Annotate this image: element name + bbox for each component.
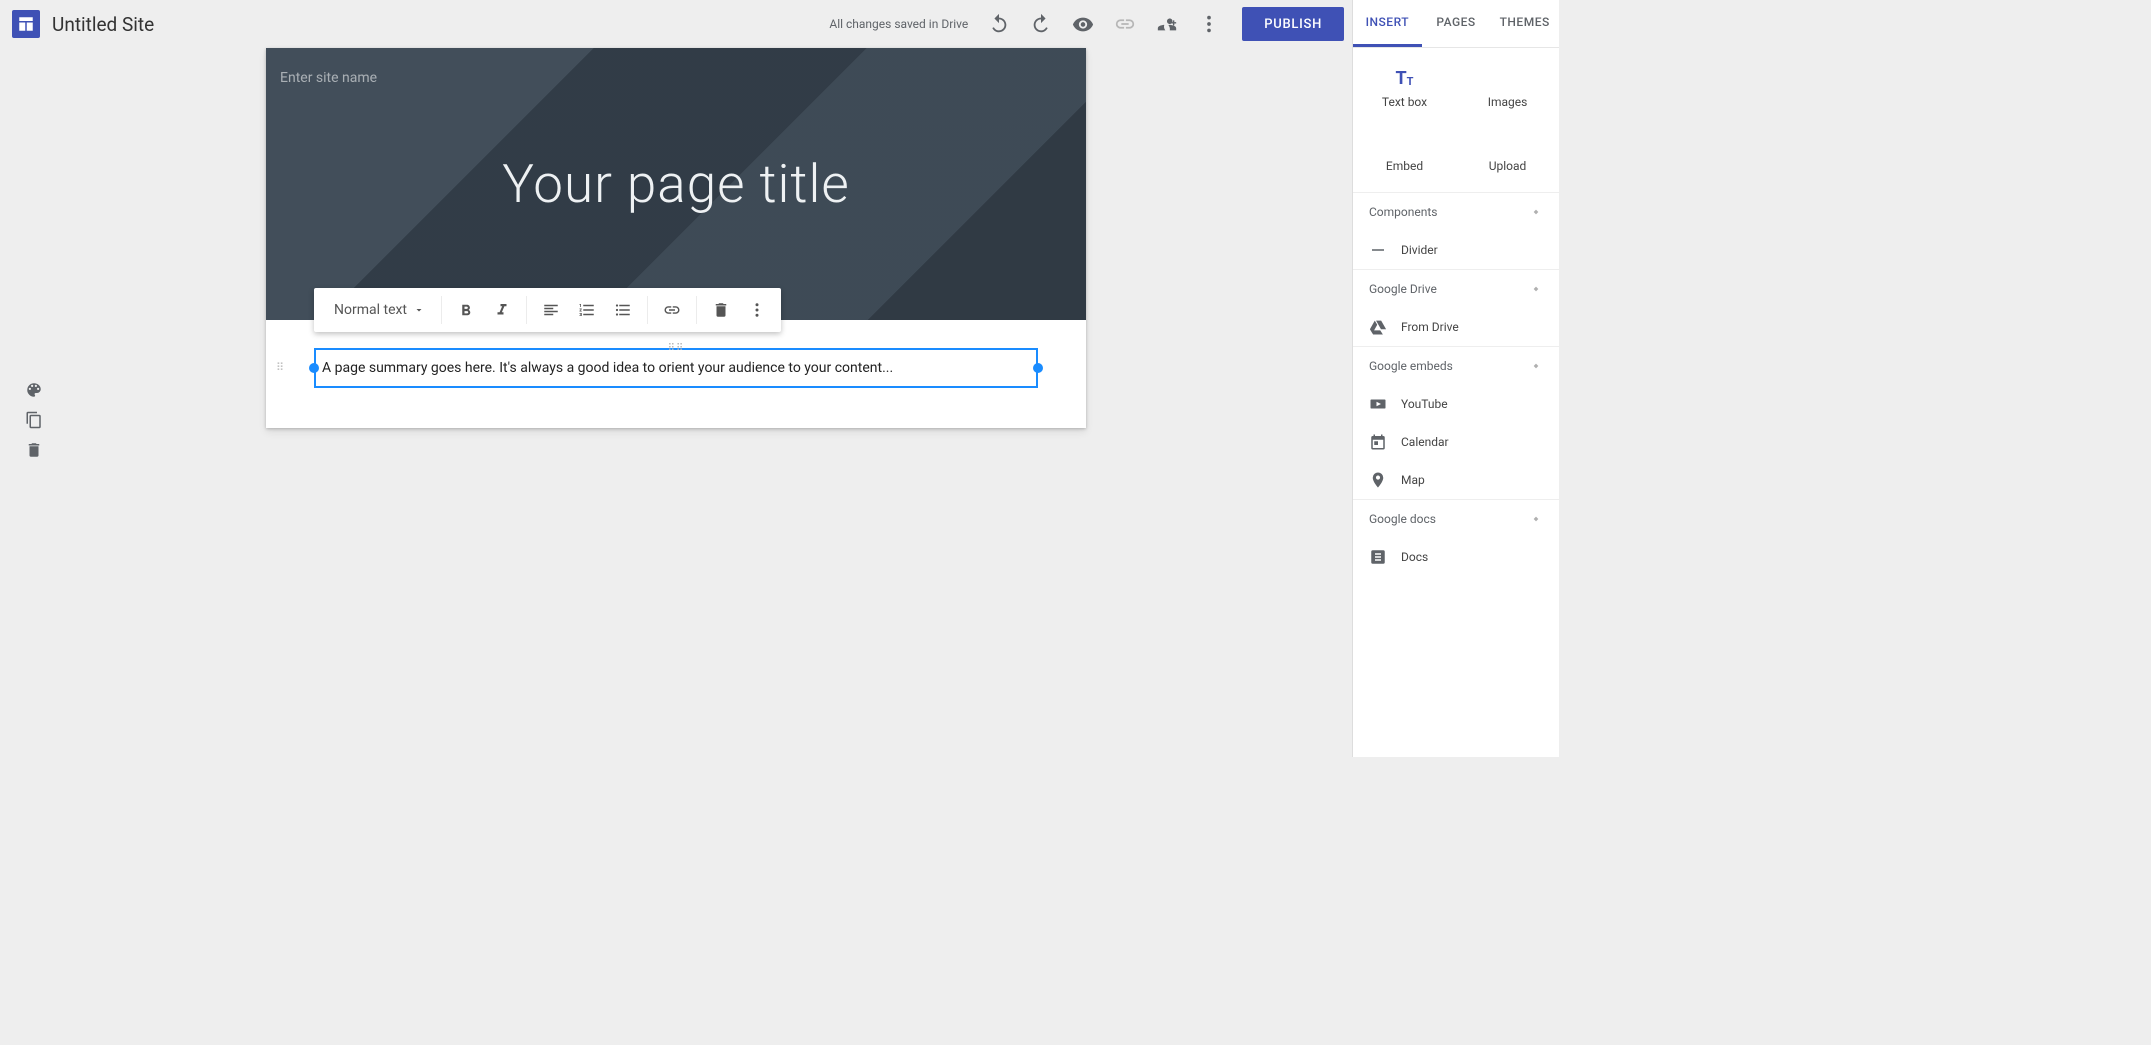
calendar-icon: [1369, 433, 1387, 451]
insert-link-button[interactable]: [654, 292, 690, 328]
right-panel: INSERT PAGES THEMES TT Text box Images E…: [1352, 0, 1559, 757]
text-style-dropdown[interactable]: Normal text: [320, 302, 435, 318]
drag-grip-icon[interactable]: ⠿⠿: [668, 343, 685, 354]
preview-button[interactable]: [1062, 3, 1104, 45]
insert-images-label: Images: [1488, 95, 1528, 109]
publish-button[interactable]: PUBLISH: [1242, 7, 1344, 41]
text-box-content[interactable]: A page summary goes here. It's always a …: [314, 348, 1038, 388]
collapse-icon: [1529, 359, 1543, 373]
row-drag-grip-icon[interactable]: ⠿: [276, 364, 284, 372]
page-canvas[interactable]: Enter site name Your page title Normal t…: [266, 48, 1086, 428]
row-divider-label: Divider: [1401, 243, 1438, 257]
youtube-icon: [1369, 395, 1387, 413]
undo-button[interactable]: [978, 3, 1020, 45]
row-from-drive[interactable]: From Drive: [1353, 308, 1559, 346]
insert-grid: TT Text box Images Embed Upload: [1353, 48, 1559, 192]
insert-embed-button[interactable]: Embed: [1353, 120, 1456, 184]
section-palette-button[interactable]: [20, 376, 48, 404]
row-from-drive-label: From Drive: [1401, 320, 1459, 334]
insert-images-button[interactable]: Images: [1456, 56, 1559, 120]
bulleted-list-button[interactable]: [605, 292, 641, 328]
tab-themes[interactable]: THEMES: [1490, 0, 1559, 47]
collapse-icon: [1529, 205, 1543, 219]
editor-main: Untitled Site All changes saved in Drive…: [0, 0, 1352, 757]
divider-icon: [1369, 241, 1387, 259]
section-side-toolbar: [20, 376, 48, 464]
row-youtube-label: YouTube: [1401, 397, 1448, 411]
section-google-docs-label: Google docs: [1369, 512, 1436, 526]
delete-textbox-button[interactable]: [703, 292, 739, 328]
canvas-area: Enter site name Your page title Normal t…: [0, 48, 1352, 757]
numbered-list-button[interactable]: [569, 292, 605, 328]
insert-embed-label: Embed: [1386, 159, 1423, 173]
section-google-drive[interactable]: Google Drive: [1353, 269, 1559, 308]
section-components[interactable]: Components: [1353, 192, 1559, 231]
app-logo-icon: [12, 10, 40, 38]
link-button[interactable]: [1104, 3, 1146, 45]
row-map[interactable]: Map: [1353, 461, 1559, 499]
resize-handle-right[interactable]: [1033, 363, 1043, 373]
section-google-embeds[interactable]: Google embeds: [1353, 346, 1559, 385]
insert-textbox-button[interactable]: TT Text box: [1353, 56, 1456, 120]
section-components-label: Components: [1369, 205, 1438, 219]
insert-upload-button[interactable]: Upload: [1456, 120, 1559, 184]
body-section: Normal text: [266, 320, 1086, 428]
share-button[interactable]: [1146, 3, 1188, 45]
drive-icon: [1369, 318, 1387, 336]
align-button[interactable]: [533, 292, 569, 328]
topbar: Untitled Site All changes saved in Drive…: [0, 0, 1352, 48]
site-title-input[interactable]: Untitled Site: [52, 13, 154, 36]
tab-pages[interactable]: PAGES: [1422, 0, 1491, 47]
row-divider[interactable]: Divider: [1353, 231, 1559, 269]
hero-page-title[interactable]: Your page title: [266, 48, 1086, 320]
row-docs[interactable]: Docs: [1353, 538, 1559, 576]
redo-button[interactable]: [1020, 3, 1062, 45]
hero-section[interactable]: Enter site name Your page title: [266, 48, 1086, 320]
save-status: All changes saved in Drive: [829, 17, 968, 31]
row-calendar[interactable]: Calendar: [1353, 423, 1559, 461]
section-duplicate-button[interactable]: [20, 406, 48, 434]
insert-textbox-label: Text box: [1382, 95, 1427, 109]
collapse-icon: [1529, 282, 1543, 296]
docs-icon: [1369, 548, 1387, 566]
italic-button[interactable]: [484, 292, 520, 328]
more-button[interactable]: [1188, 3, 1230, 45]
section-google-docs[interactable]: Google docs: [1353, 499, 1559, 538]
row-map-label: Map: [1401, 473, 1425, 487]
text-box-component[interactable]: Normal text: [314, 348, 1038, 388]
section-delete-button[interactable]: [20, 436, 48, 464]
text-format-toolbar: Normal text: [314, 288, 781, 332]
right-panel-tabs: INSERT PAGES THEMES: [1353, 0, 1559, 48]
tab-insert[interactable]: INSERT: [1353, 0, 1422, 47]
insert-upload-label: Upload: [1489, 159, 1527, 173]
text-icon: TT: [1396, 67, 1414, 89]
row-docs-label: Docs: [1401, 550, 1428, 564]
bold-button[interactable]: [448, 292, 484, 328]
row-youtube[interactable]: YouTube: [1353, 385, 1559, 423]
textbox-more-button[interactable]: [739, 292, 775, 328]
resize-handle-left[interactable]: [309, 363, 319, 373]
map-pin-icon: [1369, 471, 1387, 489]
section-google-embeds-label: Google embeds: [1369, 359, 1453, 373]
row-calendar-label: Calendar: [1401, 435, 1449, 449]
collapse-icon: [1529, 512, 1543, 526]
text-style-label: Normal text: [334, 302, 407, 318]
section-google-drive-label: Google Drive: [1369, 282, 1437, 296]
